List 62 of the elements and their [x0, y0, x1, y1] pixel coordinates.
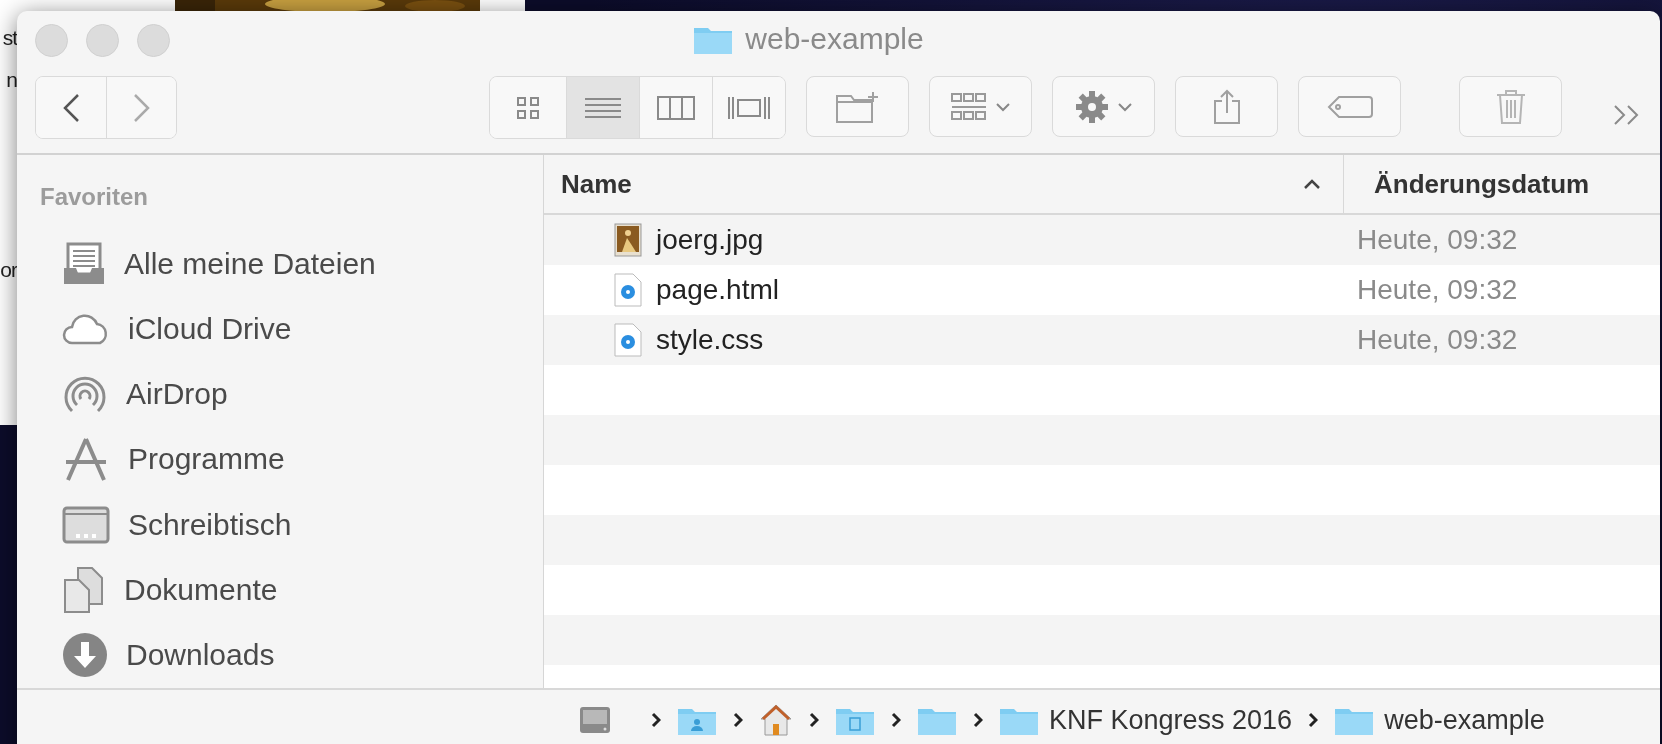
- path-item[interactable]: web-example: [1334, 704, 1545, 736]
- trash-button[interactable]: [1459, 76, 1562, 137]
- path-item[interactable]: KNF Kongress 2016: [999, 704, 1293, 736]
- file-name: joerg.jpg: [656, 224, 764, 256]
- documents-icon: [62, 566, 106, 615]
- forward-icon: [132, 92, 151, 123]
- file-name: style.css: [656, 324, 764, 356]
- tag-icon: [1326, 94, 1373, 119]
- page-text: st: [1, 26, 17, 50]
- web-file-icon: [614, 323, 642, 357]
- view-button[interactable]: [566, 77, 639, 138]
- chevron-icon: [891, 712, 901, 728]
- window-control[interactable]: [137, 24, 170, 57]
- action-button[interactable]: [1052, 76, 1155, 137]
- chevron-icon: [733, 712, 743, 728]
- file-name: page.html: [656, 274, 779, 306]
- column-header[interactable]: Änderungsdatum: [1344, 155, 1644, 213]
- page-text: or: [0, 258, 17, 282]
- window-control[interactable]: [86, 24, 119, 57]
- back-icon: [62, 92, 80, 123]
- list-icon: [585, 95, 621, 120]
- sidebar-item[interactable]: iCloud Drive: [40, 296, 543, 362]
- caret-icon: [994, 101, 1011, 112]
- arrange-icon: [950, 92, 987, 121]
- new-folder-icon: [834, 89, 881, 124]
- modified-date: Heute, 09:32: [1356, 274, 1518, 306]
- sidebar-item[interactable]: Dokumente: [40, 557, 543, 623]
- tray-icon: [62, 241, 106, 286]
- sidebar-item[interactable]: Programme: [40, 426, 543, 493]
- web-file-icon: [614, 273, 642, 307]
- new-folder-button[interactable]: [806, 76, 909, 137]
- chevron-icon: [651, 712, 661, 728]
- gear-icon: [1074, 89, 1109, 124]
- download-icon: [62, 632, 108, 679]
- arrange-button[interactable]: [929, 76, 1032, 137]
- cover-flow-icon: [727, 94, 771, 121]
- forward-button[interactable]: [106, 77, 176, 138]
- column-header[interactable]: Name: [544, 155, 1344, 213]
- sidebar-item[interactable]: Alle meine Dateien: [40, 231, 543, 297]
- window-control[interactable]: [35, 24, 68, 57]
- sidebar-item[interactable]: Downloads: [40, 622, 543, 688]
- desktop-icon: [62, 505, 110, 544]
- trash-icon: [1495, 88, 1526, 125]
- sidebar-item[interactable]: Schreibtisch: [40, 492, 543, 558]
- window-title: web-example: [745, 21, 924, 56]
- grid-icon: [516, 95, 540, 120]
- chevron-icon: [973, 712, 983, 728]
- chevron-icon: [809, 712, 819, 728]
- image-file-icon: [614, 223, 642, 257]
- sidebar-item[interactable]: AirDrop: [40, 361, 543, 427]
- share-button[interactable]: [1175, 76, 1278, 137]
- page-text: n: [5, 68, 17, 92]
- chevron-icon: [1308, 712, 1319, 728]
- columns-icon: [657, 95, 695, 120]
- view-button[interactable]: [712, 77, 785, 138]
- sidebar-heading: Favoriten: [40, 183, 150, 211]
- caret-icon: [1116, 101, 1133, 112]
- house-icon: [759, 703, 793, 737]
- share-icon: [1211, 88, 1242, 125]
- modified-date: Heute, 09:32: [1356, 224, 1518, 256]
- tag-button[interactable]: [1298, 76, 1401, 137]
- modified-date: Heute, 09:32: [1356, 324, 1518, 356]
